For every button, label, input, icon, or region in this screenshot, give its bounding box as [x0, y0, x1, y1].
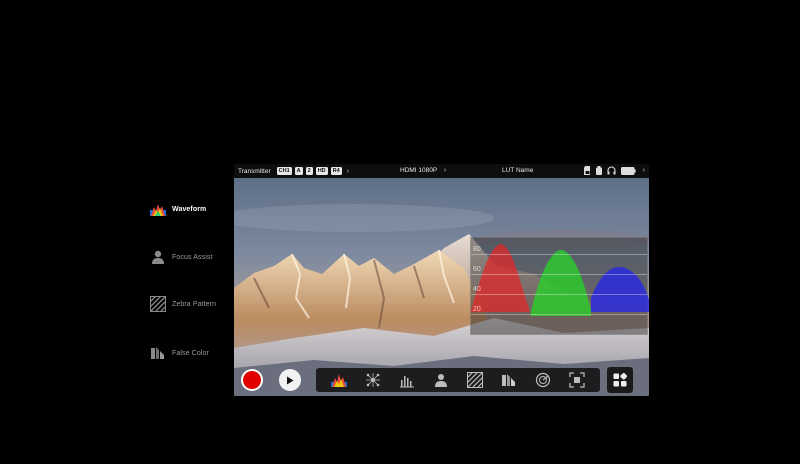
battery-small-icon	[595, 166, 602, 175]
channel-chip[interactable]: CH1	[276, 167, 292, 175]
focus-assist-icon	[152, 250, 164, 264]
waveform-traces	[471, 244, 649, 316]
frame-guide-icon[interactable]	[569, 372, 585, 388]
waveform-grid-label: 40	[473, 286, 481, 293]
status-icons: ›	[583, 166, 645, 175]
waveform-icon[interactable]	[331, 372, 347, 388]
lut-name-label[interactable]: LUT Name	[502, 167, 533, 174]
focus-assist-icon[interactable]	[433, 372, 449, 388]
scope-toolbar	[316, 368, 600, 392]
battery-icon	[620, 166, 636, 175]
apps-menu-button[interactable]	[607, 367, 633, 393]
audio-meter-icon[interactable]	[535, 372, 551, 388]
chip-2[interactable]: 2	[305, 167, 313, 175]
chevron-right-icon: ›	[443, 167, 447, 174]
feature-focus-assist[interactable]: Focus Assist	[150, 249, 213, 265]
feature-false-color[interactable]: False Color	[150, 345, 209, 361]
feature-label: False Color	[172, 349, 209, 357]
apps-grid-icon	[613, 373, 627, 387]
waveform-grid-label: 60	[473, 266, 481, 273]
feature-label: Focus Assist	[172, 253, 213, 261]
waveform-icon	[150, 204, 166, 216]
hdmi-input-label[interactable]: HDMI 1080P ›	[400, 167, 446, 174]
waveform-grid-label: 20	[473, 306, 481, 313]
false-color-icon[interactable]	[501, 372, 517, 388]
play-button[interactable]	[279, 369, 301, 391]
waveform-scope: 80 60 40 20	[470, 237, 649, 335]
record-button[interactable]	[241, 369, 263, 391]
waveform-grid-label: 80	[473, 246, 481, 253]
transmitter-label[interactable]: Transmitter	[238, 168, 271, 175]
sd-card-icon	[583, 166, 590, 175]
headphones-icon[interactable]	[607, 166, 616, 175]
chevron-right-icon[interactable]: ›	[643, 167, 645, 174]
monitor-display: 80 60 40 20 Transmitter CH1 A 2 HD R4 › …	[234, 164, 649, 396]
hdmi-text: HDMI 1080P	[400, 167, 438, 174]
chevron-right-icon[interactable]: ›	[347, 168, 349, 175]
zebra-pattern-icon[interactable]	[467, 372, 483, 388]
histogram-icon[interactable]	[399, 372, 415, 388]
false-color-icon	[151, 347, 164, 359]
feature-label: Zebra Pattern	[172, 300, 217, 308]
vectorscope-icon[interactable]	[365, 372, 381, 388]
feature-label: Waveform	[172, 205, 207, 213]
chip-a[interactable]: A	[294, 167, 303, 175]
play-icon	[287, 376, 294, 384]
chip-r4[interactable]: R4	[330, 167, 342, 175]
zebra-pattern-icon	[150, 296, 166, 312]
chip-hd[interactable]: HD	[315, 167, 328, 175]
feature-waveform[interactable]: Waveform	[150, 201, 206, 217]
feature-zebra-pattern[interactable]: Zebra Pattern	[150, 296, 216, 312]
top-status-bar: Transmitter CH1 A 2 HD R4 › HDMI 1080P ›…	[234, 164, 649, 178]
